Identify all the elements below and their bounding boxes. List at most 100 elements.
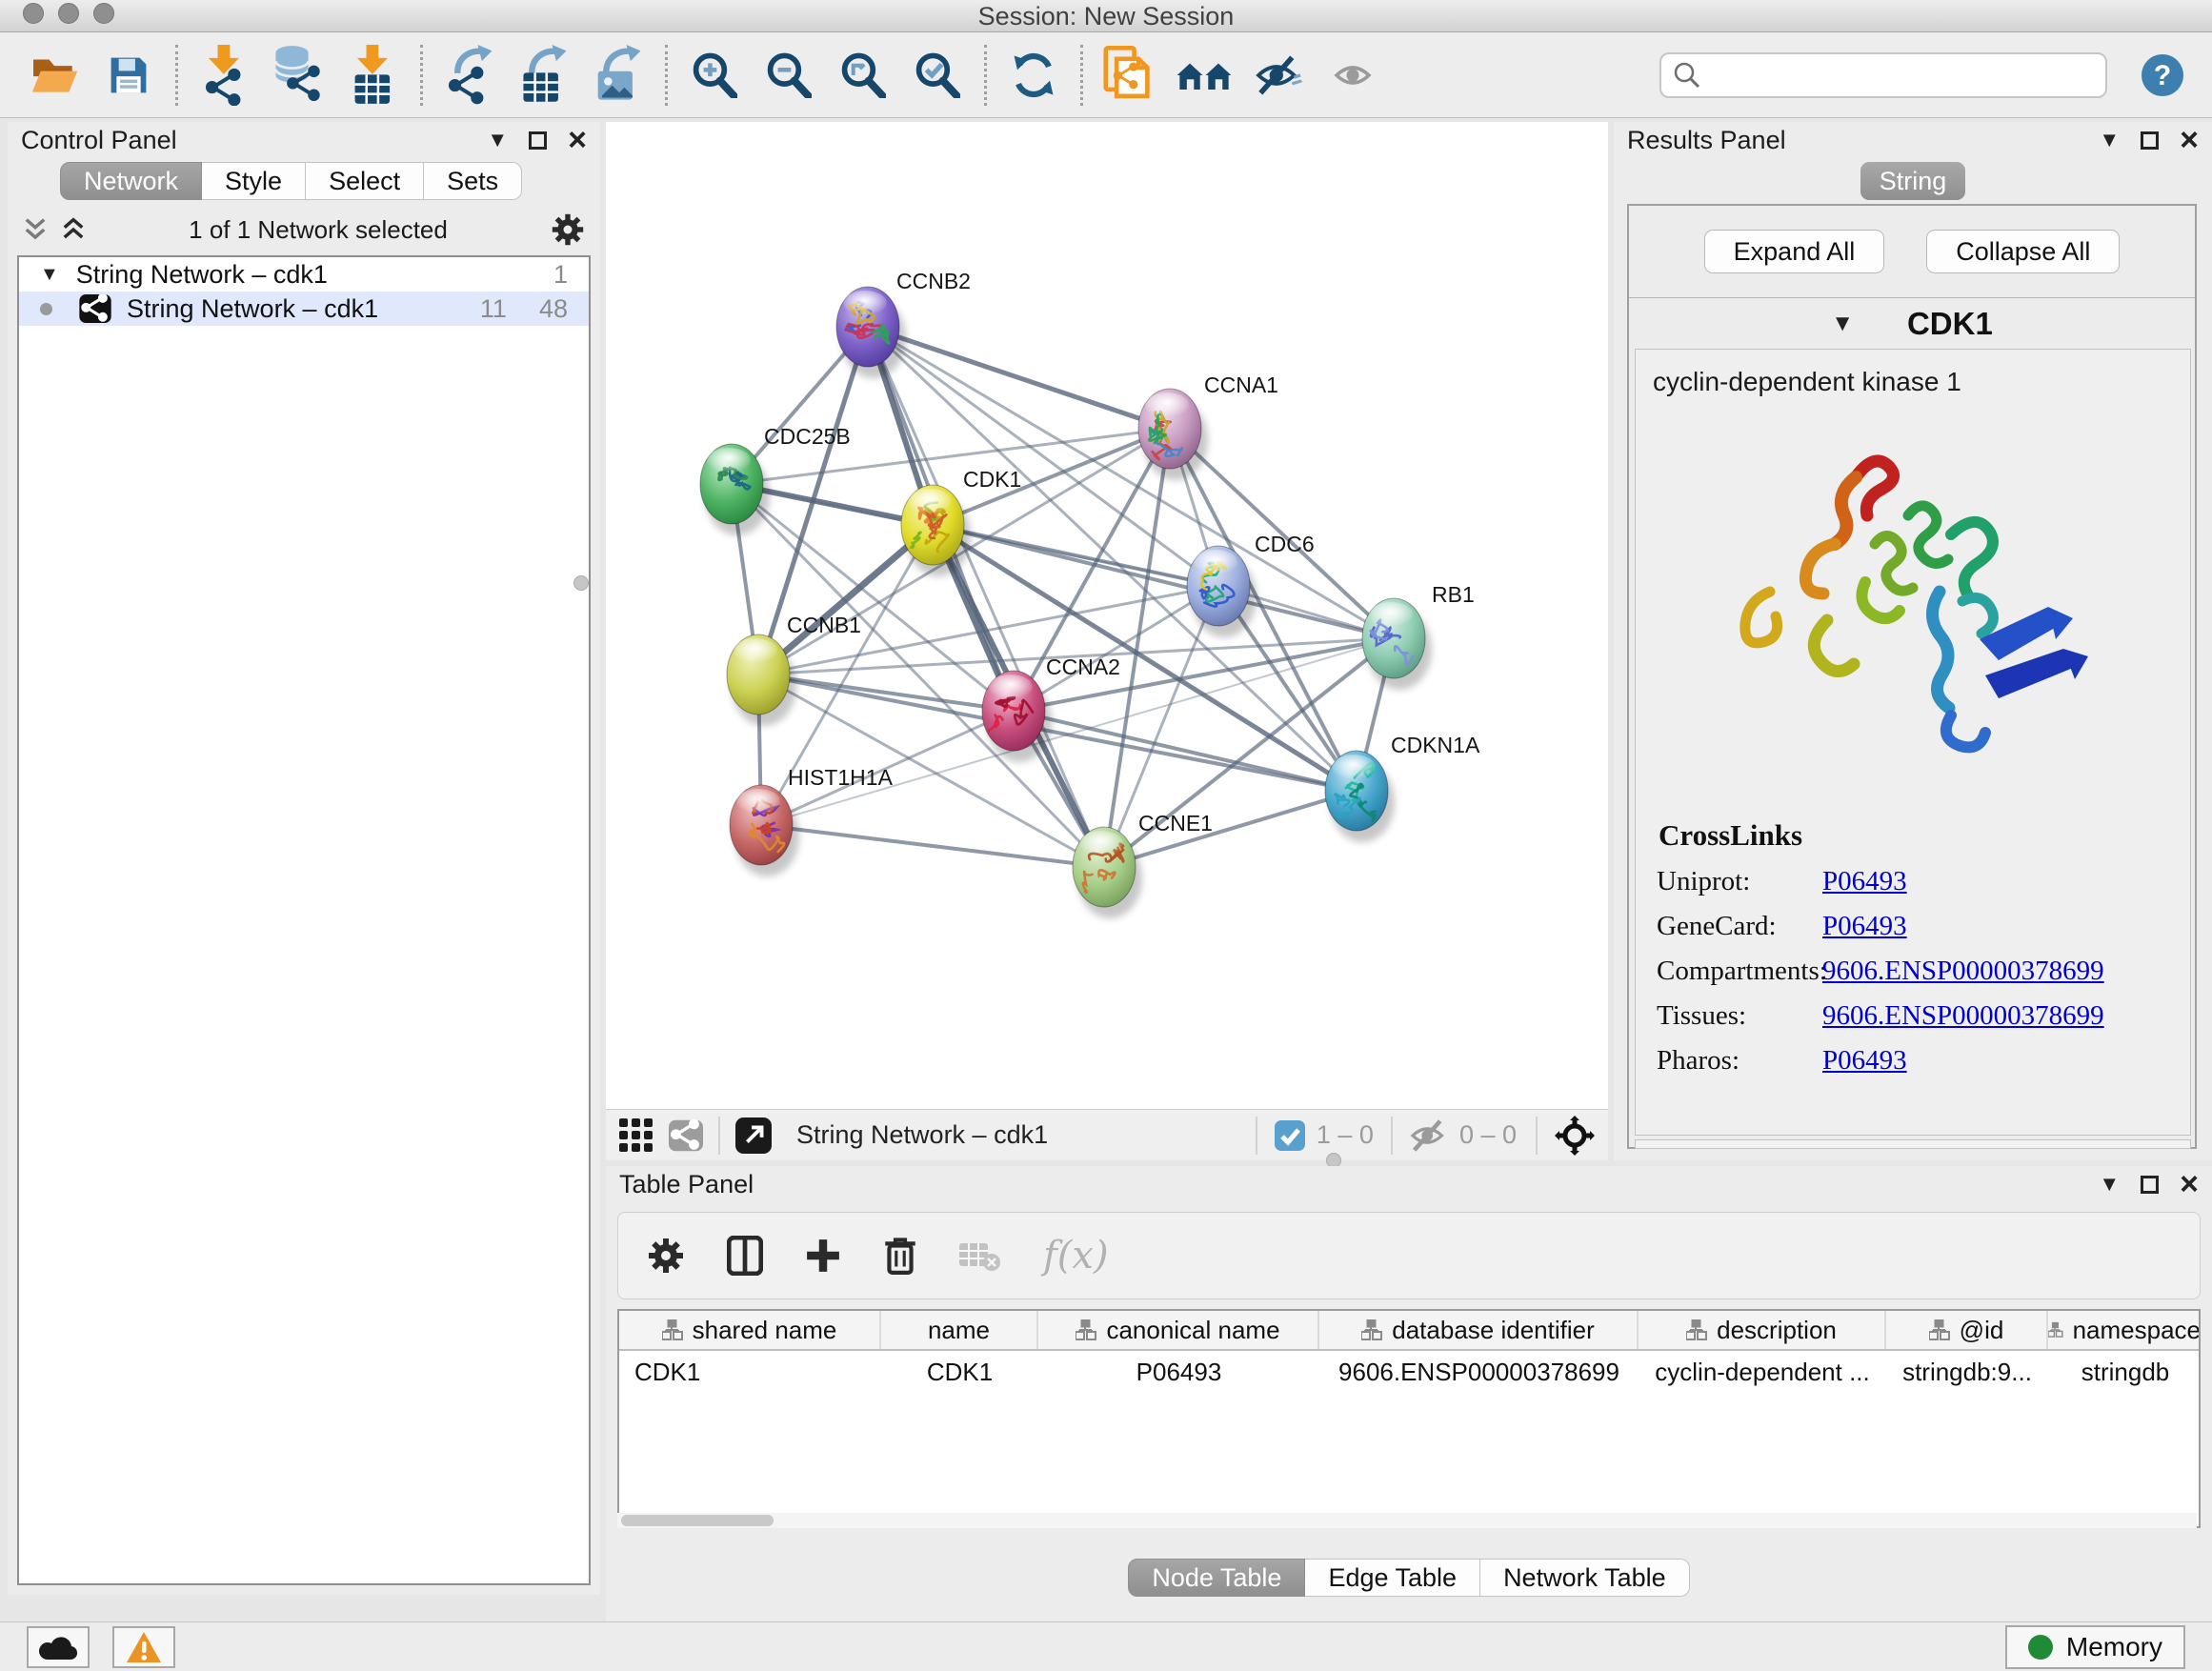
collapse-all-button[interactable]: Collapse All <box>1926 230 2120 273</box>
panel-menu-icon[interactable]: ▼ <box>2099 1174 2120 1195</box>
network-options-gear-icon[interactable] <box>551 212 585 247</box>
crosslink-link[interactable]: P06493 <box>1822 866 1907 897</box>
node-CCNE1[interactable]: CCNE1 <box>1073 811 1213 918</box>
edge-CCNB2-CCNE1[interactable] <box>868 327 1104 867</box>
vertical-splitter-handle[interactable] <box>573 575 589 591</box>
tab-network[interactable]: Network <box>60 162 202 200</box>
network-collection-row[interactable]: ▼ String Network – cdk1 1 <box>19 257 589 292</box>
title-bar: Session: New Session <box>0 0 2212 32</box>
table-row[interactable]: CDK1CDK1P064939606.ENSP00000378699cyclin… <box>619 1351 2199 1393</box>
table-horizontal-scrollbar[interactable] <box>617 1513 2197 1528</box>
edge-CCNB2-RB1[interactable] <box>868 327 1394 638</box>
zoom-fit-button[interactable] <box>826 41 900 110</box>
column-header-namespace[interactable]: namespace <box>2048 1311 2201 1349</box>
edge-CCNB2-CCNA1[interactable] <box>868 327 1170 429</box>
birds-eye-view-icon[interactable] <box>619 1118 654 1153</box>
tab-node-table[interactable]: Node Table <box>1128 1559 1305 1597</box>
first-neighbors-button[interactable] <box>1167 41 1241 110</box>
memory-button[interactable]: Memory <box>2005 1625 2185 1669</box>
cell-database-identifier[interactable]: 9606.ENSP00000378699 <box>1319 1351 1639 1393</box>
gene-section-header[interactable]: ▼ CDK1 <box>1629 297 2195 349</box>
edge-CCNE1-HIST1H1A[interactable] <box>761 825 1104 867</box>
cell-canonical-name[interactable]: P06493 <box>1038 1351 1319 1393</box>
cell--id[interactable]: stringdb:9... <box>1886 1351 2048 1393</box>
section-collapse-icon[interactable]: ▼ <box>1831 312 1854 335</box>
export-image-button[interactable] <box>581 41 655 110</box>
collapse-all-icon[interactable] <box>23 215 48 244</box>
panel-close-icon[interactable]: × <box>2180 1168 2199 1200</box>
zoom-selected-button[interactable] <box>900 41 975 110</box>
zoom-out-button[interactable] <box>752 41 826 110</box>
node-CDKN1A[interactable]: CDKN1A <box>1325 733 1480 842</box>
cell-shared-name[interactable]: CDK1 <box>619 1351 881 1393</box>
cloud-status-button[interactable] <box>27 1626 90 1668</box>
cell-description[interactable]: cyclin-dependent ... <box>1639 1351 1886 1393</box>
crosslink-link[interactable]: P06493 <box>1822 911 1907 942</box>
panel-menu-icon[interactable]: ▼ <box>2099 130 2120 151</box>
panel-menu-icon[interactable]: ▼ <box>487 130 508 151</box>
zoom-in-button[interactable] <box>677 41 752 110</box>
export-network-button[interactable] <box>432 41 507 110</box>
node-RB1[interactable]: RB1 <box>1362 582 1475 690</box>
panel-close-icon[interactable]: × <box>2180 124 2199 156</box>
refresh-icon <box>1010 51 1057 99</box>
tree-expand-icon[interactable]: ▼ <box>40 265 59 284</box>
open-in-window-icon[interactable] <box>735 1117 772 1154</box>
column-header-canonical-name[interactable]: canonical name <box>1038 1311 1319 1349</box>
column-header-name[interactable]: name <box>881 1311 1038 1349</box>
refresh-button[interactable] <box>996 41 1071 110</box>
warning-icon <box>125 1630 163 1664</box>
expand-all-icon[interactable] <box>61 215 86 244</box>
tab-network-table[interactable]: Network Table <box>1480 1559 1690 1597</box>
selected-checkbox-icon[interactable] <box>1275 1120 1305 1151</box>
show-columns-icon[interactable] <box>727 1236 763 1276</box>
delete-column-icon[interactable] <box>883 1236 917 1276</box>
column-header-database-identifier[interactable]: database identifier <box>1319 1311 1639 1349</box>
open-session-button[interactable] <box>17 41 91 110</box>
import-network-database-button[interactable] <box>262 41 336 110</box>
save-session-button[interactable] <box>91 41 166 110</box>
help-button[interactable]: ? <box>2140 52 2185 98</box>
crosslink-link[interactable]: P06493 <box>1822 1045 1907 1077</box>
network-canvas[interactable]: CCNB2CCNA1CDC25BCDK1CDC6RB1CCNB1CCNA2CDK… <box>606 122 1608 1109</box>
tab-select[interactable]: Select <box>306 162 424 200</box>
crosslinks-list: Uniprot:P06493GeneCard:P06493Compartment… <box>1636 866 2190 1077</box>
panel-float-icon[interactable] <box>2141 1176 2159 1194</box>
table-options-gear-icon[interactable] <box>647 1237 685 1275</box>
hidden-eye-icon[interactable] <box>1408 1118 1450 1153</box>
cell-name[interactable]: CDK1 <box>881 1351 1038 1393</box>
panel-float-icon[interactable] <box>529 131 547 150</box>
show-all-button[interactable] <box>1316 41 1390 110</box>
cell-namespace[interactable]: stringdb <box>2048 1351 2201 1393</box>
hide-selected-button[interactable] <box>1241 41 1316 110</box>
network-row[interactable]: String Network – cdk1 11 48 <box>19 292 589 326</box>
fit-content-crosshair-icon[interactable] <box>1555 1116 1595 1156</box>
results-actions: Expand All Collapse All <box>1629 206 2195 297</box>
import-table-file-button[interactable] <box>336 41 411 110</box>
import-network-file-button[interactable] <box>188 41 262 110</box>
node-label-CDC6: CDC6 <box>1255 532 1315 556</box>
export-table-button[interactable] <box>507 41 581 110</box>
column-header-shared-name[interactable]: shared name <box>619 1311 881 1349</box>
column-label: @id <box>1960 1316 2004 1345</box>
tab-string[interactable]: String <box>1860 162 1965 200</box>
tab-style[interactable]: Style <box>202 162 306 200</box>
panel-float-icon[interactable] <box>2141 131 2159 150</box>
scrollbar-thumb[interactable] <box>621 1515 774 1526</box>
edge-CDK1-RB1[interactable] <box>933 525 1394 638</box>
crosslink-link[interactable]: 9606.ENSP00000378699 <box>1822 956 2104 987</box>
crosslink-link[interactable]: 9606.ENSP00000378699 <box>1822 1000 2104 1032</box>
duplicate-network-button[interactable] <box>1093 41 1167 110</box>
column-header-description[interactable]: description <box>1639 1311 1886 1349</box>
panel-close-icon[interactable]: × <box>568 124 587 156</box>
tab-edge-table[interactable]: Edge Table <box>1305 1559 1480 1597</box>
node-HIST1H1A[interactable]: HIST1H1A <box>730 765 894 876</box>
network-badge-gray-icon[interactable] <box>669 1119 703 1152</box>
search-input[interactable] <box>1701 60 2073 90</box>
add-column-icon[interactable] <box>805 1238 841 1274</box>
edge-CCNA1-CCNE1[interactable] <box>1104 429 1170 867</box>
warnings-button[interactable] <box>112 1626 175 1668</box>
expand-all-button[interactable]: Expand All <box>1704 230 1885 273</box>
column-header--id[interactable]: @id <box>1886 1311 2048 1349</box>
tab-sets[interactable]: Sets <box>424 162 522 200</box>
